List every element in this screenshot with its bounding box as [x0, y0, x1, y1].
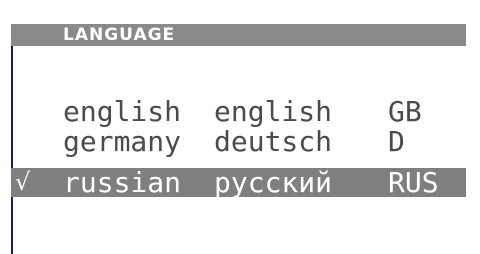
language-item-russian[interactable]: √ russian русский RUS — [11, 168, 466, 197]
language-native-name: english — [214, 95, 333, 128]
language-name: english — [63, 95, 182, 128]
language-code: RUS — [388, 166, 439, 199]
language-native-name: русский — [214, 166, 333, 199]
language-item-english[interactable]: english english GB — [11, 97, 466, 126]
language-code: GB — [388, 95, 422, 128]
screen-title: LANGUAGE — [63, 25, 176, 45]
language-screen: LANGUAGE english english GB germany deut… — [0, 0, 480, 254]
language-name: russian — [63, 166, 182, 199]
language-item-germany[interactable]: germany deutsch D — [11, 127, 466, 156]
language-native-name: deutsch — [214, 125, 333, 158]
selected-check-icon: √ — [15, 168, 31, 196]
language-code: D — [388, 125, 405, 158]
language-name: germany — [63, 125, 182, 158]
